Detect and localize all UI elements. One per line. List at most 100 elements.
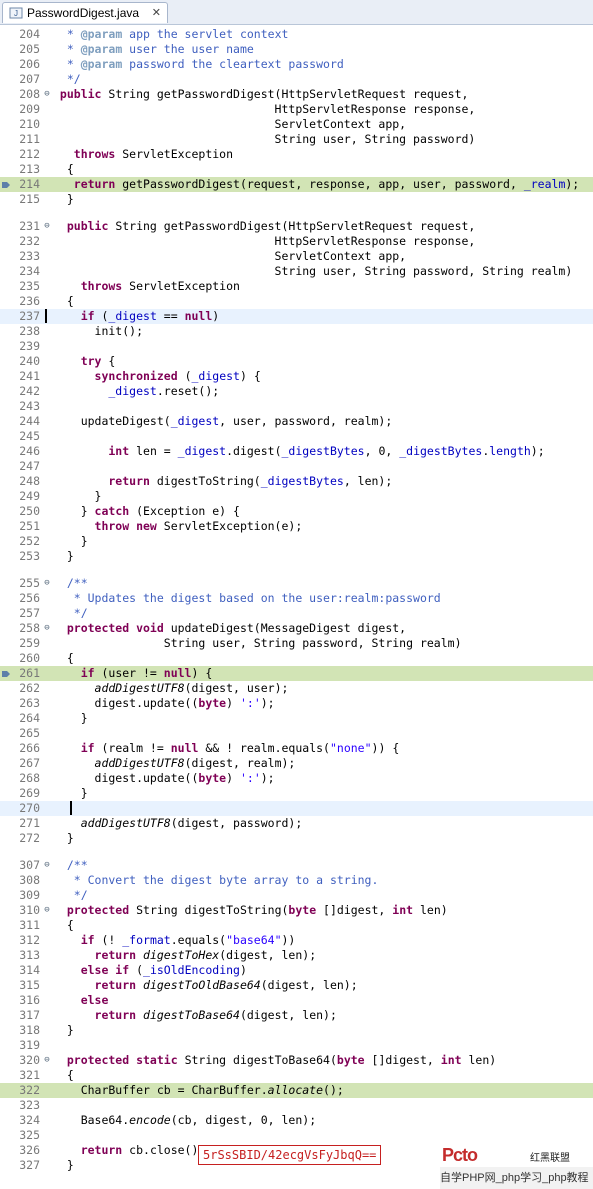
code-line[interactable]: 268 digest.update((byte) ':'); <box>0 771 593 786</box>
code-line[interactable]: 323 <box>0 1098 593 1113</box>
code-line[interactable]: 311 { <box>0 918 593 933</box>
tab-password-digest[interactable]: J PasswordDigest.java ✕ <box>2 2 168 23</box>
code-line[interactable]: 245 <box>0 429 593 444</box>
code-token: _digest <box>191 369 240 383</box>
code-line[interactable]: 205 * @param user the user name <box>0 42 593 57</box>
code-line[interactable]: 253 } <box>0 549 593 564</box>
code-line[interactable]: 249 } <box>0 489 593 504</box>
code-token: (digest, len); <box>219 948 317 962</box>
code-line[interactable]: 204 * @param app the servlet context <box>0 27 593 42</box>
code-line[interactable]: 309 */ <box>0 888 593 903</box>
fold-toggle-icon[interactable]: ⊖ <box>41 858 53 873</box>
code-line[interactable]: 232 HttpServletResponse response, <box>0 234 593 249</box>
debug-pointer-icon[interactable] <box>1 179 11 189</box>
code-line[interactable]: 231 ⊖ public String getPasswordDigest(Htt… <box>0 219 593 234</box>
code-line[interactable]: 210 ServletContext app, <box>0 117 593 132</box>
close-icon[interactable]: ✕ <box>152 3 161 24</box>
fold-toggle-icon[interactable]: ⊖ <box>41 576 53 591</box>
code-line[interactable]: 243 <box>0 399 593 414</box>
code-line[interactable]: 213 { <box>0 162 593 177</box>
code-line[interactable]: 314 else if (_isOldEncoding) <box>0 963 593 978</box>
code-line[interactable]: 308 * Convert the digest byte array to a… <box>0 873 593 888</box>
code-line[interactable]: 266 if (realm != null && ! realm.equals(… <box>0 741 593 756</box>
code-line[interactable]: 206 * @param password the cleartext pass… <box>0 57 593 72</box>
code-token: } <box>53 831 74 845</box>
code-token: byte <box>336 1053 372 1067</box>
code-line[interactable]: 270 <box>0 801 593 816</box>
code-line[interactable]: 264 } <box>0 711 593 726</box>
code-line[interactable]: 207 */ <box>0 72 593 87</box>
line-number: 316 <box>19 993 40 1007</box>
code-line[interactable]: 256 * Updates the digest based on the us… <box>0 591 593 606</box>
code-line[interactable]: 208 ⊖ public String getPasswordDigest(Htt… <box>0 87 593 102</box>
code-line[interactable]: 241 synchronized (_digest) { <box>0 369 593 384</box>
fold-toggle-icon[interactable]: ⊖ <box>41 87 53 102</box>
code-line[interactable]: 261 if (user != null) { <box>0 666 593 681</box>
code-token: } <box>53 786 88 800</box>
code-line[interactable]: 240 try { <box>0 354 593 369</box>
code-line[interactable]: 212 throws ServletException <box>0 147 593 162</box>
code-line[interactable]: 209 HttpServletResponse response, <box>0 102 593 117</box>
line-number: 319 <box>19 1038 40 1052</box>
code-line[interactable]: 234 String user, String password, String… <box>0 264 593 279</box>
fold-toggle-icon[interactable]: ⊖ <box>41 903 53 918</box>
code-line[interactable]: 237 if (_digest == null) <box>0 309 593 324</box>
code-line[interactable]: 319 <box>0 1038 593 1053</box>
code-line[interactable]: 244 updateDigest(_digest, user, password… <box>0 414 593 429</box>
code-line[interactable]: 317 return digestToBase64(digest, len); <box>0 1008 593 1023</box>
code-line[interactable]: 272 } <box>0 831 593 846</box>
code-line[interactable]: 236 { <box>0 294 593 309</box>
code-line[interactable]: 271 addDigestUTF8(digest, password); <box>0 816 593 831</box>
code-line[interactable]: 321 { <box>0 1068 593 1083</box>
code-token: ); <box>260 771 275 785</box>
code-line[interactable]: 324 Base64.encode(cb, digest, 0, len); <box>0 1113 593 1128</box>
code-line[interactable]: 265 <box>0 726 593 741</box>
line-number: 264 <box>19 711 40 725</box>
code-line[interactable]: 313 return digestToHex(digest, len); <box>0 948 593 963</box>
code-line[interactable]: 250 } catch (Exception e) { <box>0 504 593 519</box>
code-line[interactable]: 258 ⊖ protected void updateDigest(Message… <box>0 621 593 636</box>
code-line[interactable]: 318 } <box>0 1023 593 1038</box>
code-line[interactable]: 312 if (! _format.equals("base64")) <box>0 933 593 948</box>
fold-toggle-icon[interactable]: ⊖ <box>41 621 53 636</box>
code-line[interactable]: 325 <box>0 1128 593 1143</box>
code-line[interactable]: 247 <box>0 459 593 474</box>
line-number: 213 <box>19 162 40 176</box>
code-token: ) { <box>239 369 261 383</box>
code-line[interactable]: 252 } <box>0 534 593 549</box>
code-text: } <box>53 549 74 564</box>
code-line[interactable]: 238 init(); <box>0 324 593 339</box>
code-token: addDigestUTF8 <box>53 681 185 695</box>
code-line[interactable]: 251 throw new ServletException(e); <box>0 519 593 534</box>
site-logo: Pcto 红黑联盟 <box>430 1145 593 1165</box>
code-line[interactable]: 235 throws ServletException <box>0 279 593 294</box>
code-editor[interactable]: 204 * @param app the servlet context 205 … <box>0 25 593 1189</box>
code-line[interactable]: 246 int len = _digest.digest(_digestByte… <box>0 444 593 459</box>
code-line[interactable]: 315 return digestToOldBase64(digest, len… <box>0 978 593 993</box>
code-line[interactable]: 215 } <box>0 192 593 207</box>
code-line[interactable]: 322 CharBuffer cb = CharBuffer.allocate(… <box>0 1083 593 1098</box>
code-line[interactable]: 239 <box>0 339 593 354</box>
code-line[interactable]: 257 */ <box>0 606 593 621</box>
code-line[interactable]: 320 ⊖ protected static String digestToBas… <box>0 1053 593 1068</box>
code-line[interactable]: 248 return digestToString(_digestBytes, … <box>0 474 593 489</box>
code-line[interactable]: 260 { <box>0 651 593 666</box>
code-line[interactable]: 242 _digest.reset(); <box>0 384 593 399</box>
code-line[interactable]: 211 String user, String password) <box>0 132 593 147</box>
line-number: 232 <box>19 234 40 248</box>
fold-toggle-icon[interactable]: ⊖ <box>41 219 53 234</box>
fold-toggle-icon[interactable]: ⊖ <box>41 1053 53 1068</box>
code-line[interactable]: 262 addDigestUTF8(digest, user); <box>0 681 593 696</box>
code-line[interactable]: 259 String user, String password, String… <box>0 636 593 651</box>
code-line[interactable]: 263 digest.update((byte) ':'); <box>0 696 593 711</box>
code-line[interactable]: 310 ⊖ protected String digestToString(byt… <box>0 903 593 918</box>
code-line[interactable]: 307 ⊖ /** <box>0 858 593 873</box>
line-number: 234 <box>19 264 40 278</box>
code-line[interactable]: 269 } <box>0 786 593 801</box>
code-line[interactable]: 214 return getPasswordDigest(request, re… <box>0 177 593 192</box>
code-line[interactable]: 255 ⊖ /** <box>0 576 593 591</box>
code-line[interactable]: 267 addDigestUTF8(digest, realm); <box>0 756 593 771</box>
code-line[interactable]: 233 ServletContext app, <box>0 249 593 264</box>
code-line[interactable]: 316 else <box>0 993 593 1008</box>
debug-pointer-icon[interactable] <box>1 668 11 678</box>
